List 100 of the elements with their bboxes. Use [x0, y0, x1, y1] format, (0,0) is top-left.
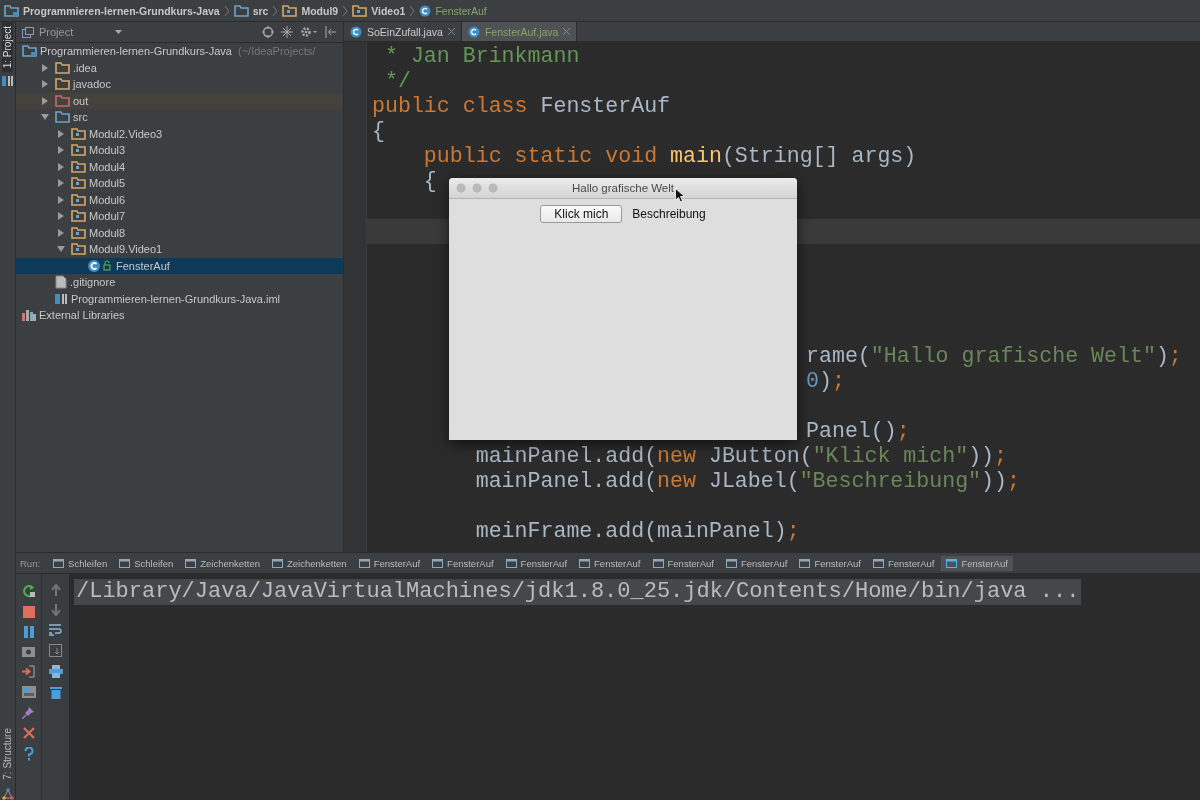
collapsed-arrow-icon[interactable]: [57, 228, 65, 237]
tree-item[interactable]: Modul3: [16, 142, 343, 159]
run-tab[interactable]: Schleifen: [48, 555, 113, 571]
folder-icon: [22, 45, 37, 58]
chevron-icon: [342, 4, 349, 17]
tree-item[interactable]: Modul6: [16, 191, 343, 208]
close-icon[interactable]: [22, 727, 35, 739]
expanded-arrow-icon[interactable]: [41, 113, 49, 122]
collapsed-arrow-icon[interactable]: [57, 162, 65, 171]
tree-item[interactable]: .gitignore: [16, 274, 343, 291]
tool-window-tab[interactable]: 1: Project: [2, 22, 13, 73]
exit-icon[interactable]: [22, 665, 35, 678]
folder-icon: [71, 144, 86, 157]
close-tab-icon[interactable]: [447, 28, 455, 35]
klick-button[interactable]: Klick mich: [540, 205, 623, 223]
editor-tab[interactable]: SoEinZufall.java: [344, 22, 462, 41]
code-line: mainPanel.add(new JLabel("Beschreibung"));: [474, 469, 1020, 494]
arrow-up-icon[interactable]: [49, 584, 62, 596]
tree-item[interactable]: Modul5: [16, 175, 343, 192]
folder-icon: [282, 4, 298, 17]
collapsed-arrow-icon[interactable]: [57, 146, 65, 155]
folder-icon: [233, 4, 249, 17]
tool-window-tab[interactable]: 7: Structure: [2, 724, 13, 784]
collapsed-arrow-icon[interactable]: [57, 129, 65, 138]
structure-icon[interactable]: [1, 788, 14, 800]
run-tab[interactable]: Schleifen: [114, 555, 179, 571]
description-label: Beschreibung: [632, 207, 706, 221]
console-icon: [358, 558, 370, 568]
stop-icon[interactable]: [22, 606, 35, 618]
tree-item[interactable]: Programmieren-lernen-Grundkurs-Java.iml: [16, 290, 343, 307]
folder-icon: [55, 78, 70, 91]
run-tab[interactable]: Zeichenketten: [266, 555, 352, 571]
breadcrumb[interactable]: src: [233, 4, 269, 17]
tree-item[interactable]: .idea: [16, 59, 343, 76]
library-icon: [22, 309, 36, 322]
module-icon: [55, 292, 68, 305]
code-line: */: [383, 69, 411, 94]
collapsed-arrow-icon[interactable]: [41, 80, 49, 89]
trash-icon[interactable]: [49, 686, 62, 699]
console-icon: [119, 558, 131, 568]
run-tab[interactable]: FensterAuf: [500, 555, 573, 571]
tree-item[interactable]: Programmieren-lernen-Grundkurs-Java (~/IdeaProjects/: [16, 43, 343, 60]
code-line: {: [372, 119, 385, 144]
tree-item[interactable]: Modul2.Video3: [16, 125, 343, 142]
tree-item[interactable]: out: [16, 92, 343, 109]
run-tab[interactable]: FensterAuf: [574, 555, 646, 571]
target-icon[interactable]: [262, 26, 274, 38]
soft-wrap-icon[interactable]: [49, 624, 62, 636]
console-icon: [432, 558, 444, 568]
run-tab[interactable]: FensterAuf: [941, 555, 1013, 571]
tree-item[interactable]: Modul8: [16, 224, 343, 241]
folder-icon: [352, 4, 368, 17]
breadcrumb[interactable]: Modul9: [282, 4, 339, 17]
module-icon[interactable]: [1, 76, 14, 87]
camera-icon[interactable]: [22, 646, 35, 657]
hide-panel-icon[interactable]: [325, 26, 337, 38]
tree-item[interactable]: src: [16, 109, 343, 126]
run-tab[interactable]: FensterAuf: [721, 555, 793, 571]
code-line: meinFrame.add(mainPanel);: [474, 519, 800, 544]
breadcrumb[interactable]: Video1: [352, 4, 406, 17]
tree-item[interactable]: Modul9.Video1: [16, 241, 343, 258]
gear-icon[interactable]: [300, 26, 318, 38]
tree-item[interactable]: javadoc: [16, 76, 343, 93]
help-icon[interactable]: [23, 747, 34, 761]
collapsed-arrow-icon[interactable]: [41, 96, 49, 105]
rerun-icon[interactable]: [21, 584, 36, 598]
view-dropdown[interactable]: Project: [22, 26, 122, 38]
layout-icon[interactable]: [21, 686, 36, 698]
tree-item[interactable]: External Libraries: [16, 307, 343, 324]
tree-item[interactable]: Modul7: [16, 208, 343, 225]
folder-icon: [55, 94, 70, 107]
arrow-down-icon[interactable]: [49, 604, 62, 616]
run-tab[interactable]: FensterAuf: [867, 555, 940, 571]
tree-item[interactable]: FensterAuf: [16, 257, 343, 274]
run-tab[interactable]: FensterAuf: [427, 555, 499, 571]
class-icon: [87, 258, 113, 273]
pin-icon[interactable]: [22, 706, 35, 719]
run-tab[interactable]: FensterAuf: [647, 555, 719, 571]
breadcrumb[interactable]: Programmieren-lernen-Grundkurs-Java: [4, 4, 220, 17]
collapsed-arrow-icon[interactable]: [57, 212, 65, 221]
run-tab[interactable]: Zeichenketten: [180, 555, 265, 571]
run-tab[interactable]: FensterAuf: [794, 555, 866, 571]
collapsed-arrow-icon[interactable]: [57, 179, 65, 188]
collapsed-arrow-icon[interactable]: [57, 195, 65, 204]
folder-icon: [4, 4, 19, 17]
pause-icon[interactable]: [22, 626, 35, 638]
class-icon: [419, 4, 432, 17]
folder-icon: [71, 226, 86, 239]
console-icon: [872, 558, 884, 568]
expanded-arrow-icon[interactable]: [57, 245, 65, 254]
print-icon[interactable]: [48, 665, 63, 678]
scroll-to-end-icon[interactable]: [49, 644, 62, 657]
close-tab-icon[interactable]: [563, 28, 571, 35]
folder-icon: [71, 193, 86, 206]
breadcrumb[interactable]: FensterAuf: [419, 4, 487, 17]
collapsed-arrow-icon[interactable]: [41, 63, 49, 72]
console-icon: [579, 558, 591, 568]
collapse-icon[interactable]: [281, 26, 293, 38]
run-tab[interactable]: FensterAuf: [353, 555, 426, 571]
tree-item[interactable]: Modul4: [16, 158, 343, 175]
